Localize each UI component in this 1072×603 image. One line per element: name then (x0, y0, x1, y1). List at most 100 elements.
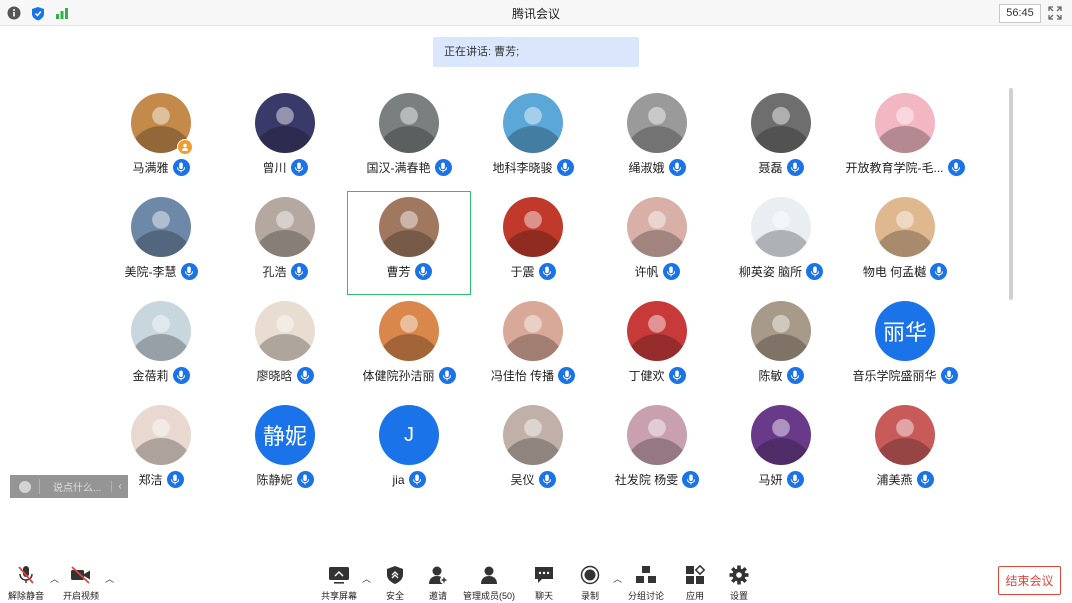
participant-name: 于震 (510, 265, 535, 279)
members-icon (481, 566, 497, 584)
participant-name: 柳英姿 脑所 (738, 265, 803, 279)
participant-name-line: 美院-李慧 (99, 263, 223, 280)
participant-tile[interactable]: Jjia (347, 399, 471, 503)
participant-tile[interactable]: 马满雅 (99, 87, 223, 191)
avatar: J (379, 405, 439, 465)
participant-tile[interactable]: 开放教育学院-毛... (843, 87, 967, 191)
mic-icon (947, 159, 965, 176)
record-button[interactable]: 录制 (579, 565, 601, 602)
participant-tile[interactable]: 体健院孙洁丽 (347, 295, 471, 399)
audio-options-caret[interactable]: ︿ (50, 572, 59, 585)
bottom-toolbar: 解除静音 ︿ 开启视频 ︿ 共享屏幕 ︿ 安全 邀请 管理成员(50) 聊天 录… (0, 558, 1072, 603)
collapse-icon[interactable]: ‹ (111, 481, 128, 492)
participant-name: 国汉-满春艳 (366, 161, 431, 175)
participant-tile[interactable]: 许帆 (595, 191, 719, 295)
mic-icon (662, 263, 680, 280)
chat-button[interactable]: 聊天 (533, 565, 555, 602)
security-button[interactable]: 安全 (384, 565, 406, 602)
security-shield-icon (387, 566, 403, 584)
participant-name-line: 音乐学院盛丽华 (843, 367, 967, 384)
avatar (379, 197, 439, 257)
mic-icon (172, 159, 190, 176)
participant-tile[interactable]: 丁健欢 (595, 295, 719, 399)
participant-name: 郑洁 (138, 473, 163, 487)
participant-tile[interactable]: 曹芳 (347, 191, 471, 295)
participant-tile[interactable]: 聂磊 (719, 87, 843, 191)
participant-tile[interactable]: 国汉-满春艳 (347, 87, 471, 191)
end-meeting-button[interactable]: 结束会议 (998, 566, 1061, 595)
participant-name-line: 金蓓莉 (99, 367, 223, 384)
avatar (751, 197, 811, 257)
grid-scrollbar[interactable] (1009, 88, 1013, 300)
avatar (627, 301, 687, 361)
participant-name: 地科李晓骏 (492, 161, 553, 175)
avatar (627, 93, 687, 153)
participant-tile[interactable]: 柳英姿 脑所 (719, 191, 843, 295)
avatar (503, 197, 563, 257)
record-icon (580, 565, 600, 585)
emoji-icon[interactable] (19, 480, 31, 493)
participant-name: 冯佳怡 传播 (490, 369, 555, 383)
mic-icon (786, 159, 804, 176)
title-bar: 腾讯会议 56:45 (0, 0, 1072, 26)
avatar-initials: J (404, 423, 414, 446)
mic-icon (296, 367, 314, 384)
participant-tile[interactable]: 浦美燕 (843, 399, 967, 503)
participant-tile[interactable]: 物电 何孟樾 (843, 191, 967, 295)
unmute-button[interactable]: 解除静音 (8, 565, 44, 602)
participant-tile[interactable]: 社发院 杨雯 (595, 399, 719, 503)
participant-name: 马妍 (758, 473, 783, 487)
meeting-timer: 56:45 (999, 4, 1041, 23)
mic-icon (682, 471, 700, 488)
participant-name-line: 绳淑娥 (595, 159, 719, 176)
participant-tile[interactable]: 静妮 陈静妮 (223, 399, 347, 503)
participant-tile[interactable]: 地科李晓骏 (471, 87, 595, 191)
participant-tile[interactable]: 金蓓莉 (99, 295, 223, 399)
participant-tile[interactable]: 绳淑娥 (595, 87, 719, 191)
share-options-caret[interactable]: ︿ (362, 572, 371, 585)
share-screen-button[interactable]: 共享屏幕 (321, 565, 357, 602)
participant-name-line: 孔浩 (223, 263, 347, 280)
avatar (131, 405, 191, 465)
breakout-button[interactable]: 分组讨论 (628, 565, 664, 602)
manage-members-button[interactable]: 管理成员(50) (463, 565, 515, 602)
avatar (255, 301, 315, 361)
avatar (131, 197, 191, 257)
avatar (627, 405, 687, 465)
participant-name: 开放教育学院-毛... (845, 161, 944, 175)
invite-button[interactable]: 邀请 (427, 565, 449, 602)
participant-tile[interactable]: 马妍 (719, 399, 843, 503)
video-options-caret[interactable]: ︿ (105, 572, 114, 585)
mic-icon (538, 471, 556, 488)
apps-button[interactable]: 应用 (684, 565, 706, 602)
mic-icon (434, 159, 452, 176)
avatar (627, 197, 687, 257)
participant-tile[interactable]: 吴仪 (471, 399, 595, 503)
participant-name: 浦美燕 (876, 473, 913, 487)
participant-tile[interactable]: 冯佳怡 传播 (471, 295, 595, 399)
participant-tile[interactable]: 于震 (471, 191, 595, 295)
mic-icon (558, 367, 576, 384)
participant-tile[interactable]: 美院-李慧 (99, 191, 223, 295)
start-video-button[interactable]: 开启视频 (63, 565, 99, 602)
participant-tile[interactable]: 廖晓晗 (223, 295, 347, 399)
participant-name-line: 廖晓晗 (223, 367, 347, 384)
settings-button[interactable]: 设置 (728, 565, 750, 602)
avatar (255, 93, 315, 153)
avatar (255, 197, 315, 257)
chat-quickbox[interactable]: 说点什么... ‹ (10, 475, 128, 498)
participant-tile[interactable]: 丽华 音乐学院盛丽华 (843, 295, 967, 399)
participant-tile[interactable]: 陈敏 (719, 295, 843, 399)
security-label: 安全 (385, 591, 404, 601)
chat-bubble-icon (535, 567, 553, 583)
record-options-caret[interactable]: ︿ (613, 572, 622, 585)
mic-icon (290, 263, 308, 280)
participant-tile[interactable]: 曾川 (223, 87, 347, 191)
chat-input[interactable]: 说点什么... (39, 479, 111, 494)
avatar (503, 93, 563, 153)
participant-name: 廖晓晗 (256, 369, 293, 383)
avatar (379, 93, 439, 153)
window-title: 腾讯会议 (511, 7, 560, 21)
fullscreen-icon[interactable] (1047, 5, 1063, 21)
participant-tile[interactable]: 孔浩 (223, 191, 347, 295)
